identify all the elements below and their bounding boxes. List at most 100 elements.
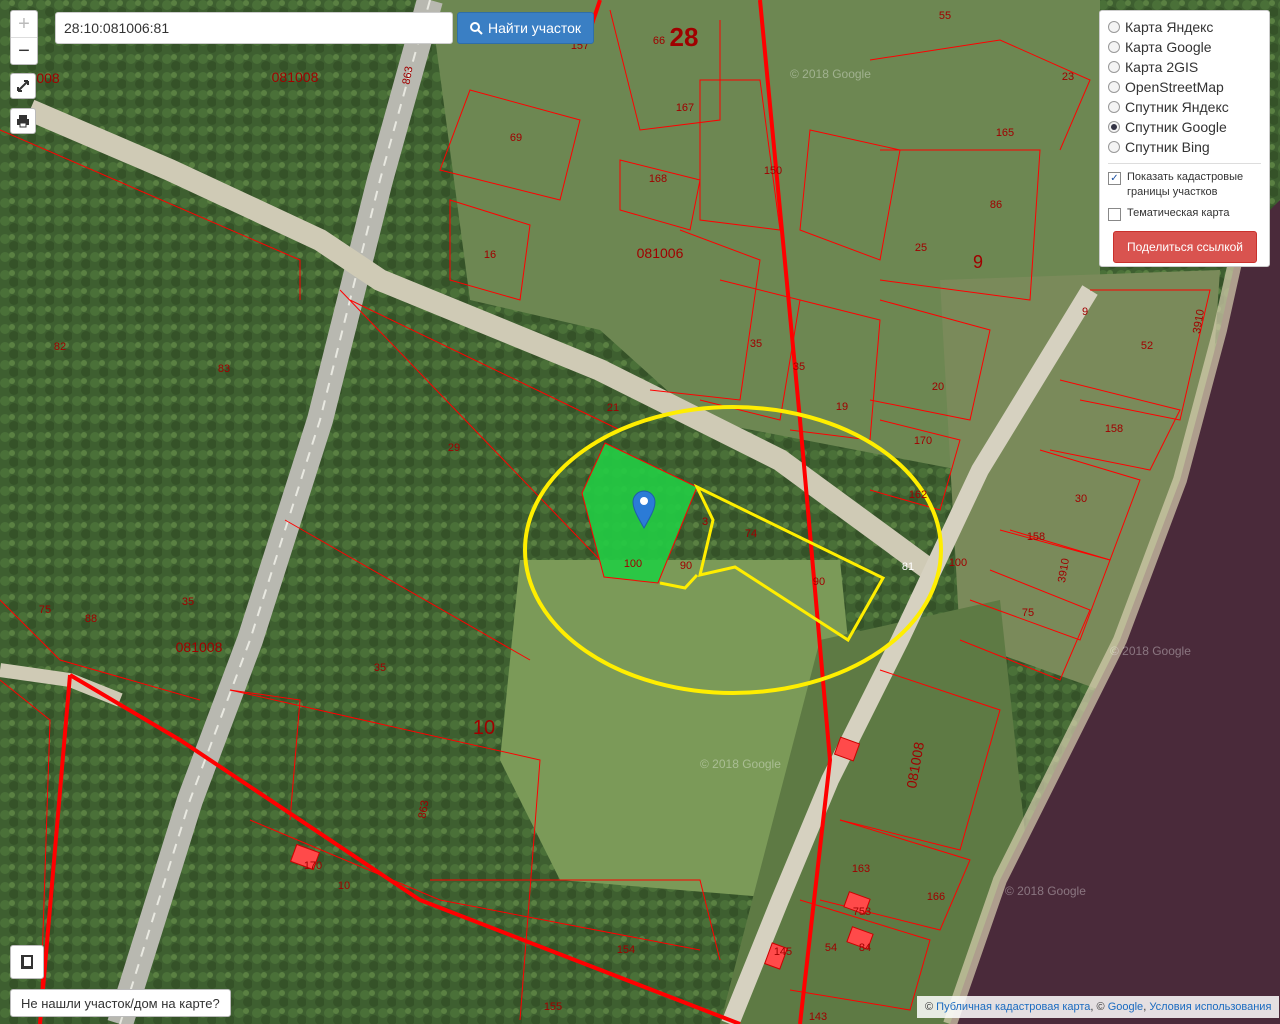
parcel-number-label: 54 [825,942,837,954]
layer-option-label: Спутник Google [1125,119,1227,135]
parcel-number-label: 158 [1027,531,1045,543]
zoom-in-button[interactable]: + [11,11,37,38]
print-icon [17,115,29,128]
attribution-copy-2: , © [1090,1001,1105,1013]
search-icon [469,21,483,35]
layer-radio[interactable] [1108,81,1120,93]
attribution-copy: © [925,1001,934,1013]
layer-list: Карта Яндекс Карта Google Карта 2GIS OpenSt… [1108,17,1261,157]
parcel-number-label: 81 [902,561,914,573]
search-input[interactable] [55,12,453,44]
layer-option-label: Спутник Bing [1125,139,1210,155]
zoom-out-button[interactable]: − [11,38,37,64]
layer-radio[interactable] [1108,61,1120,73]
parcel-number-label: 081008 [176,639,223,655]
parcel-number-label: 84 [859,942,871,954]
layer-option-label: Карта 2GIS [1125,59,1199,75]
cadastral-map-link[interactable]: Публичная кадастровая карта [936,1001,1090,1013]
layer-option-label: Спутник Яндекс [1125,99,1229,115]
layer-radio[interactable] [1108,141,1120,153]
parcel-number-label: 82 [54,341,66,353]
layer-option-label: Карта Яндекс [1125,19,1214,35]
zoom-control: + − [10,10,38,65]
parcel-number-label: 008 [36,70,60,86]
find-parcel-label: Найти участок [487,20,582,36]
layer-option-label: OpenStreetMap [1125,79,1224,95]
layer-option[interactable]: Спутник Bing [1108,137,1261,157]
attribution: © Публичная кадастровая карта , © Google… [917,996,1280,1018]
thematic-toggle[interactable]: Тематическая карта [1108,206,1261,221]
print-button[interactable] [10,108,36,134]
layer-option[interactable]: Карта Google [1108,37,1261,57]
block-number-label: 10 [473,717,495,739]
parcel-number-label: 35 [750,338,762,350]
parcel-number-label: 166 [927,891,945,903]
parcel-number-label: 25 [915,242,927,254]
not-found-button[interactable]: Не нашли участок/дом на карте? [10,989,231,1017]
layer-radio[interactable] [1108,101,1120,113]
show-borders-toggle[interactable]: ✓ Показать кадастровые границы участков [1108,170,1261,200]
parcel-number-label: 35 [374,662,386,674]
layer-option[interactable]: OpenStreetMap [1108,77,1261,97]
legend-button[interactable] [10,945,44,979]
parcel-number-label: 9 [1082,306,1088,318]
layer-option[interactable]: Спутник Google [1108,117,1261,137]
show-borders-checkbox[interactable]: ✓ [1108,172,1121,185]
parcel-number-label: 90 [680,560,692,572]
parcel-number-label: 145 [774,946,792,958]
parcel-number-label: 75 [1022,607,1034,619]
parcel-number-label: 35 [182,596,194,608]
google-link[interactable]: Google [1108,1001,1143,1013]
parcel-number-label: 21 [607,402,619,414]
parcel-number-label: 30 [1075,493,1087,505]
layer-radio[interactable] [1108,41,1120,53]
parcel-number-label: 150 [764,165,782,177]
parcel-number-label: 29 [448,442,460,454]
parcel-number-label: 10 [338,880,350,892]
attribution-separator: , [1143,1001,1147,1013]
layer-option[interactable]: Карта Яндекс [1108,17,1261,37]
parcel-number-label: 3 [702,516,708,528]
fullscreen-button[interactable] [10,73,36,99]
layer-option[interactable]: Спутник Яндекс [1108,97,1261,117]
map-watermark: © 2018 Google [790,67,871,81]
layer-panel: Карта Яндекс Карта Google Карта 2GIS OpenSt… [1099,10,1270,267]
parcel-number-label: 170 [304,860,322,872]
parcel-number-label: 83 [218,363,230,375]
parcel-number-label: 86 [990,199,1002,211]
satellite-map[interactable]: © 2018 Google © 2018 Google © 2018 Googl… [0,0,1280,1024]
parcel-number-label: 66 [653,35,665,47]
layer-option[interactable]: Карта 2GIS [1108,57,1261,77]
map-watermark: © 2018 Google [1005,884,1086,898]
parcel-number-label: 155 [544,1001,562,1013]
layer-radio[interactable] [1108,21,1120,33]
show-borders-label: Показать кадастровые границы участков [1127,171,1244,198]
parcel-number-label: 165 [996,127,1014,139]
share-link-button[interactable]: Поделиться ссылкой [1113,231,1257,263]
parcel-number-label: 23 [1062,71,1074,83]
parcel-number-label: 158 [1105,423,1123,435]
parcel-number-label: 154 [617,944,635,956]
find-parcel-button[interactable]: Найти участок [457,12,594,44]
parcel-number-label: 69 [510,132,522,144]
parcel-number-label: 74 [745,528,757,540]
parcel-number-label: 162 [909,489,927,501]
block-number-label: 28 [670,22,699,52]
terms-link[interactable]: Условия использования [1149,1001,1271,1013]
parcel-number-label: 081008 [272,69,319,85]
layer-radio[interactable] [1108,121,1120,133]
book-icon [21,955,33,969]
expand-icon [17,80,29,92]
thematic-checkbox[interactable] [1108,208,1121,221]
parcel-number-label: 88 [85,613,97,625]
parcel-number-label: 143 [809,1011,827,1023]
parcel-number-label: 75 [39,604,51,616]
parcel-number-label: 100 [949,557,967,569]
parcel-number-label: 170 [914,435,932,447]
parcel-number-label: 100 [624,558,642,570]
parcel-number-label: 163 [852,863,870,875]
parcel-number-label: 55 [939,10,951,22]
block-number-label: 9 [973,252,983,272]
thematic-label: Тематическая карта [1127,207,1230,219]
map-watermark: © 2018 Google [700,757,781,771]
